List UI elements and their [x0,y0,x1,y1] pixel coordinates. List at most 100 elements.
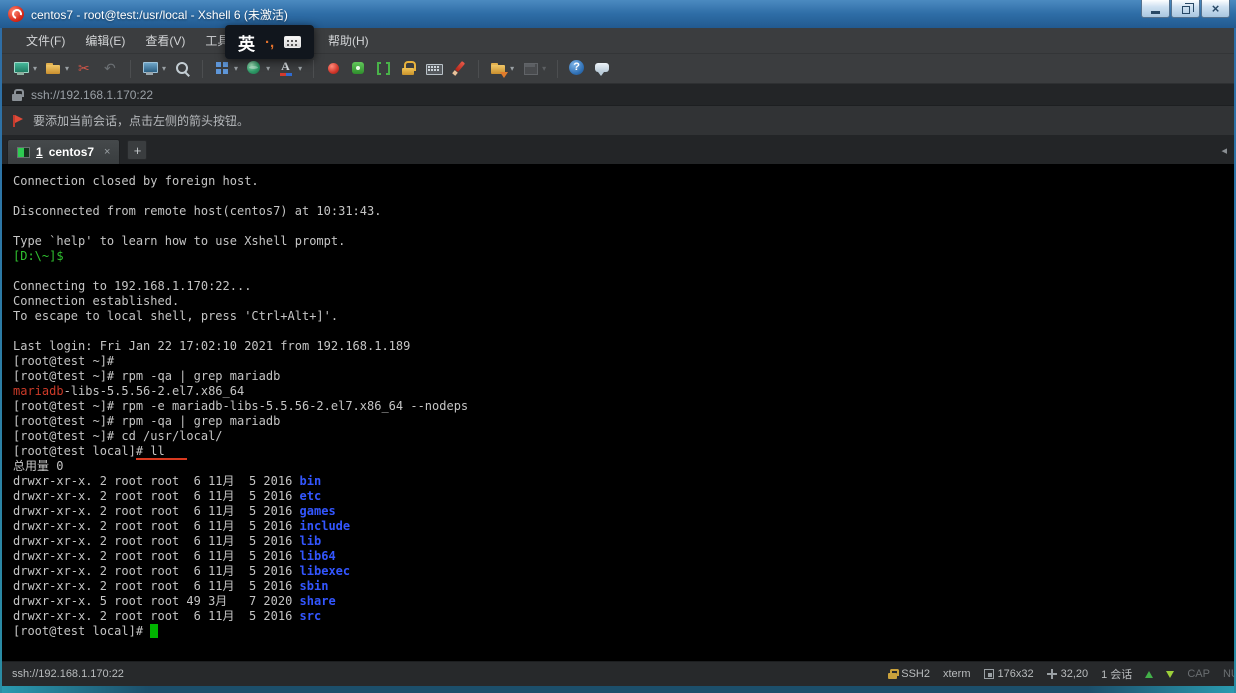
ime-mode-indicator[interactable]: 英 [238,30,255,55]
terminal-type-indicator[interactable]: xterm [943,668,971,680]
dropdown-caret-icon[interactable]: ▾ [65,64,69,73]
tab-number: 1 [36,145,43,159]
terminal-text: etc [300,489,322,503]
terminal-text: Connecting to 192.168.1.170:22... [13,279,251,293]
terminal-text: [root@test local] [13,444,136,458]
status-label: 176x32 [998,668,1034,680]
encoding-globe-button[interactable]: ▾ [243,57,273,81]
title-bar[interactable]: centos7 - root@test:/usr/local - Xshell … [0,0,1236,28]
ime-punctuation-icon[interactable]: ·, [265,34,274,51]
dropdown-caret-icon[interactable]: ▾ [510,64,514,73]
terminal-line [13,264,1236,279]
reconnect-icon [102,60,119,77]
close-icon: × [1212,2,1220,15]
terminal-text: Type `help' to learn how to use Xshell p… [13,234,345,248]
terminal-text: drwxr-xr-x. 2 root root 6 11月 5 2016 [13,474,300,488]
restore-button[interactable] [1171,0,1200,18]
dropdown-caret-icon[interactable]: ▾ [542,64,546,73]
reconnect-button [99,57,122,81]
terminal[interactable]: Connection closed by foreign host. Disco… [0,164,1236,661]
capture-button[interactable] [347,57,370,81]
terminal-line: 总用量 0 [13,459,1236,474]
new-session-icon [13,60,30,77]
font-color-button[interactable]: ▾ [275,57,305,81]
terminal-text: drwxr-xr-x. 2 root root 6 11月 5 2016 [13,564,300,578]
terminal-line: [root@test ~]# rpm -e mariadb-libs-5.5.5… [13,399,1236,414]
terminal-line: Connection established. [13,294,1236,309]
tab-scroll-left-icon[interactable]: ◂ [1221,144,1227,157]
scroll-down-indicator[interactable] [1166,671,1174,678]
toolbar-separator [478,60,479,78]
new-session-button[interactable]: ▾ [10,57,40,81]
protocol-indicator[interactable]: SSH2 [888,668,930,680]
terminal-output: Connection closed by foreign host. Disco… [13,174,1236,639]
terminal-text: [root@test ~]# rpm -e mariadb-libs-5.5.5… [13,399,468,413]
log-window-icon [522,60,539,77]
status-connection-url: ssh://192.168.1.170:22 [12,668,124,680]
terminal-text: drwxr-xr-x. 2 root root 6 11月 5 2016 [13,489,300,503]
new-terminal-button[interactable]: ▾ [139,57,169,81]
menu-item-2[interactable]: 编辑(E) [75,28,135,53]
open-sessions-button[interactable]: ▾ [42,57,72,81]
virtual-keyboard-button[interactable] [422,57,445,81]
dropdown-caret-icon[interactable]: ▾ [266,64,270,73]
terminal-line: [root@test local]# ll [13,444,1236,459]
disconnect-button[interactable] [74,57,97,81]
lock-screen-button[interactable] [397,57,420,81]
scroll-up-indicator[interactable] [1145,671,1153,678]
dropdown-caret-icon[interactable]: ▾ [234,64,238,73]
terminal-text: lib [300,534,322,548]
xshell-window: centos7 - root@test:/usr/local - Xshell … [0,0,1236,693]
find-button[interactable] [171,57,194,81]
session-terminal-icon [17,147,30,158]
info-bar-text: 要添加当前会话，点击左侧的箭头按钮。 [33,112,249,129]
dropdown-caret-icon[interactable]: ▾ [33,64,37,73]
help-button[interactable] [566,57,589,81]
status-bar: ssh://192.168.1.170:22 SSH2 xterm 176x32 32… [0,661,1236,686]
close-button[interactable]: × [1201,0,1230,18]
cursor-position-indicator[interactable]: 32,20 [1047,668,1089,680]
menu-item-6[interactable]: 帮助(H) [318,28,379,53]
terminal-text: games [300,504,336,518]
toolbar: ▾ ▾ ▾ ▾ ▾ ▾ ▾ ▾ [0,54,1236,84]
terminal-text: Last login: Fri Jan 22 17:02:10 2021 fro… [13,339,410,353]
lock-icon [888,669,897,680]
layout-button[interactable]: ▾ [211,57,241,81]
session-count-indicator[interactable]: 1 会话 [1101,666,1132,682]
toolbar-separator [313,60,314,78]
terminal-size-indicator[interactable]: 176x32 [984,668,1034,680]
file-transfer-button[interactable]: ▾ [487,57,517,81]
terminal-text: [root@test local]# [13,624,150,638]
dropdown-caret-icon[interactable]: ▾ [162,64,166,73]
fullscreen-button[interactable] [372,57,395,81]
status-label: CAP [1187,668,1210,680]
transfer-arrow-icon [500,72,508,78]
tab-centos7[interactable]: 1 centos7 × [7,139,120,164]
new-tab-button[interactable]: + [127,140,147,160]
terminal-text: drwxr-xr-x. 2 root root 6 11月 5 2016 [13,519,300,533]
feedback-icon [594,60,611,77]
address-url[interactable]: ssh://192.168.1.170:22 [31,88,153,102]
status-label: SSH2 [901,668,930,680]
dropdown-caret-icon[interactable]: ▾ [298,64,302,73]
ime-keyboard-icon[interactable] [284,36,301,48]
terminal-line: [root@test ~]# rpm -qa | grep mariadb [13,369,1236,384]
highlight-pen-button[interactable] [447,57,470,81]
log-window-button: ▾ [519,57,549,81]
terminal-text: Disconnected from remote host(centos7) a… [13,204,381,218]
pos-icon [1047,669,1057,679]
window-controls: × [1140,0,1230,18]
menu-item-1[interactable]: 文件(F) [16,28,75,53]
tab-close-icon[interactable]: × [104,146,110,158]
terminal-line: drwxr-xr-x. 2 root root 6 11月 5 2016 lib… [13,564,1236,579]
menu-item-3[interactable]: 查看(V) [135,28,195,53]
terminal-text: share [300,594,336,608]
address-bar: ssh://192.168.1.170:22 [0,84,1236,106]
terminal-line: drwxr-xr-x. 2 root root 6 11月 5 2016 lib… [13,549,1236,564]
feedback-button[interactable] [591,57,614,81]
session-flag-icon[interactable] [11,114,25,128]
record-log-button[interactable] [322,57,345,81]
terminal-text: Connection established. [13,294,179,308]
caps-lock-indicator[interactable]: CAP [1187,668,1210,680]
minimize-button[interactable] [1141,0,1170,18]
